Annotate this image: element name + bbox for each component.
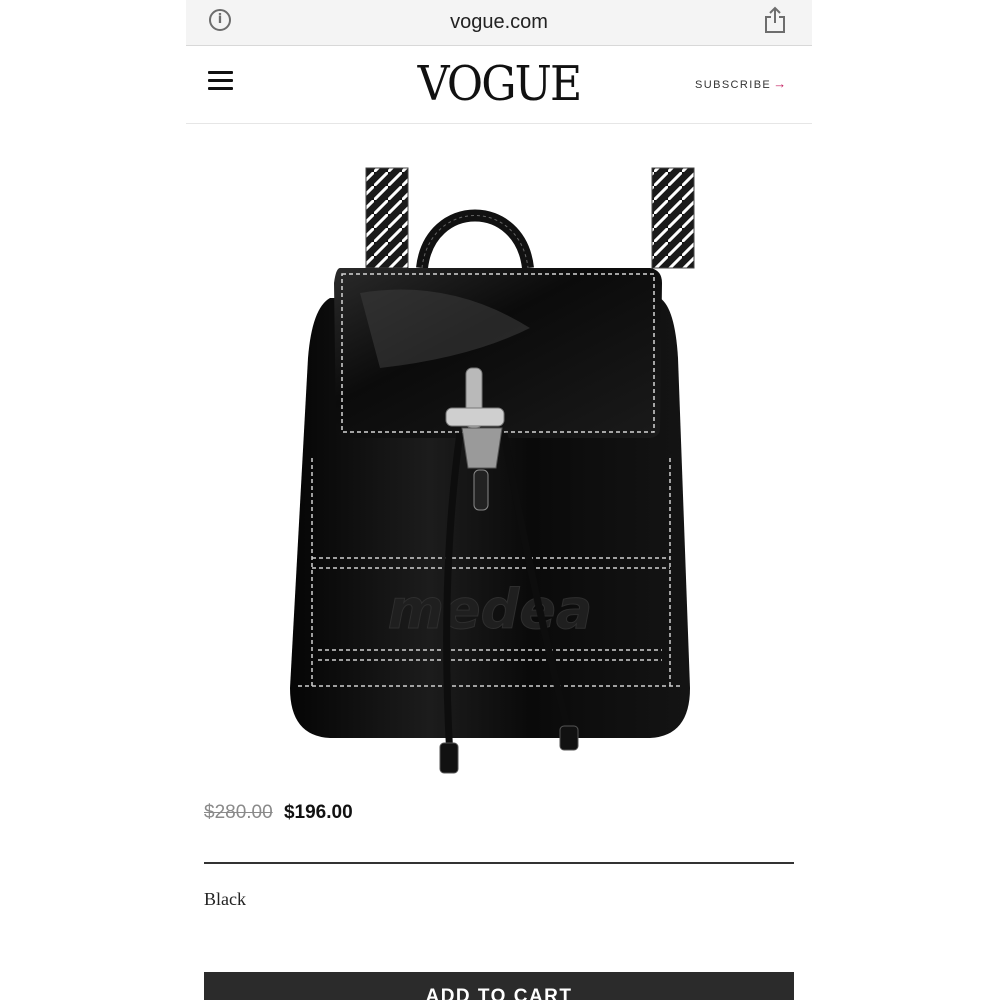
price-row: $280.00 $196.00	[204, 802, 353, 824]
color-label: Black	[204, 889, 246, 909]
embossed-brand-text: medea	[388, 578, 593, 641]
browser-url-bar: i vogue.com	[186, 0, 812, 46]
url-text[interactable]: vogue.com	[186, 11, 812, 34]
original-price: $280.00	[204, 802, 273, 823]
subscribe-label: SUBSCRIBE	[695, 79, 772, 91]
sale-price: $196.00	[283, 802, 353, 823]
arrow-right-icon: →	[773, 76, 788, 91]
phone-screen: i vogue.com VOGUE SUBSCRIBE → medea $280…	[186, 0, 812, 1000]
site-header: VOGUE SUBSCRIBE →	[186, 46, 812, 124]
share-icon[interactable]	[763, 6, 787, 34]
product-image[interactable]: medea	[290, 158, 700, 788]
add-to-cart-button[interactable]: ADD TO CART	[204, 972, 794, 1000]
subscribe-link[interactable]: SUBSCRIBE →	[695, 76, 788, 91]
divider	[204, 862, 794, 864]
